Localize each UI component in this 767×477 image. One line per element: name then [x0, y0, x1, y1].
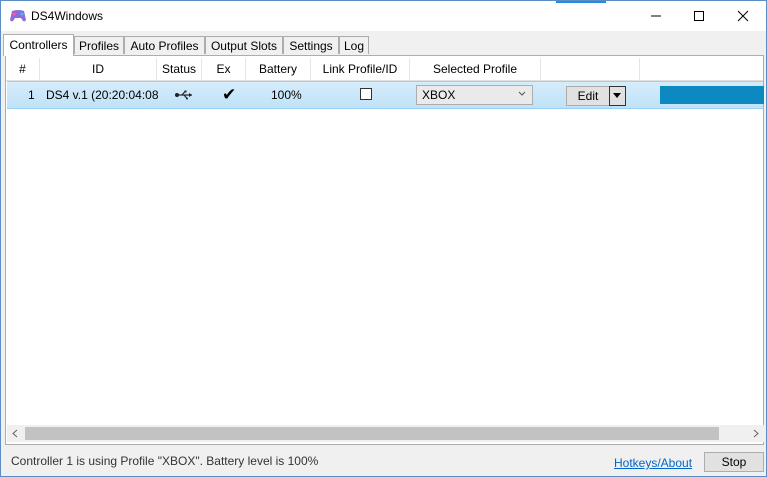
- window-title: DS4Windows: [31, 9, 104, 23]
- tab-profiles[interactable]: Profiles: [74, 36, 124, 54]
- exclusive-check-icon: ✔: [222, 85, 237, 104]
- maximize-button[interactable]: [676, 1, 722, 31]
- controllers-panel: # ID Status Ex Battery Link Profile/ID S…: [5, 55, 764, 445]
- tab-controllers[interactable]: Controllers: [3, 34, 74, 56]
- status-message: Controller 1 is using Profile "XBOX". Ba…: [11, 454, 319, 468]
- col-header-id[interactable]: ID: [40, 58, 157, 80]
- app-window: DS4Windows Controllers Profiles Auto Pro…: [0, 0, 767, 477]
- hotkeys-about-link[interactable]: Hotkeys/About: [614, 456, 692, 470]
- minimize-button[interactable]: [633, 1, 679, 31]
- scrollbar-thumb[interactable]: [25, 427, 719, 440]
- tab-strip: Controllers Profiles Auto Profiles Outpu…: [1, 34, 766, 56]
- close-button[interactable]: [720, 1, 766, 31]
- horizontal-scrollbar[interactable]: [7, 425, 764, 442]
- col-header-battery[interactable]: Battery: [246, 58, 311, 80]
- controller-id: DS4 v.1 (20:20:04:08:: [46, 88, 158, 102]
- tab-settings[interactable]: Settings: [283, 36, 339, 54]
- edit-profile-button[interactable]: Edit: [566, 86, 610, 106]
- chevron-down-icon: [518, 91, 526, 96]
- maximize-icon: [694, 11, 704, 21]
- minimize-icon: [651, 15, 661, 17]
- tab-auto-profiles[interactable]: Auto Profiles: [124, 36, 205, 54]
- gamepad-icon: [10, 10, 26, 22]
- col-header-selected-profile[interactable]: Selected Profile: [410, 58, 541, 80]
- stop-button[interactable]: Stop: [704, 452, 764, 472]
- close-icon: [737, 10, 749, 22]
- selected-profile-value: XBOX: [422, 88, 456, 102]
- scroll-right-icon[interactable]: [752, 429, 760, 438]
- scroll-left-icon[interactable]: [11, 429, 19, 438]
- grid-header: # ID Status Ex Battery Link Profile/ID S…: [6, 58, 763, 81]
- controller-battery: 100%: [271, 88, 302, 102]
- col-header-status[interactable]: Status: [157, 58, 202, 80]
- link-profile-checkbox[interactable]: [360, 88, 372, 100]
- selected-profile-select[interactable]: XBOX: [416, 85, 533, 105]
- lightbar-color-swatch[interactable]: [660, 86, 764, 104]
- col-header-edit: [541, 58, 640, 80]
- col-header-ex[interactable]: Ex: [202, 58, 246, 80]
- tab-log[interactable]: Log: [339, 36, 369, 54]
- tab-output-slots[interactable]: Output Slots: [205, 36, 283, 54]
- col-header-index[interactable]: #: [6, 58, 40, 80]
- title-bar: DS4Windows: [1, 1, 766, 31]
- controller-row[interactable]: 1 DS4 v.1 (20:20:04:08: ✔ 100% XBOX Edit: [7, 81, 764, 109]
- edit-options-dropdown[interactable]: [609, 86, 626, 106]
- col-header-link-profile[interactable]: Link Profile/ID: [311, 58, 410, 80]
- dropdown-triangle-icon: [613, 93, 621, 98]
- controller-index: 1: [28, 88, 35, 102]
- usb-icon: [175, 90, 192, 100]
- title-accent: [556, 1, 606, 3]
